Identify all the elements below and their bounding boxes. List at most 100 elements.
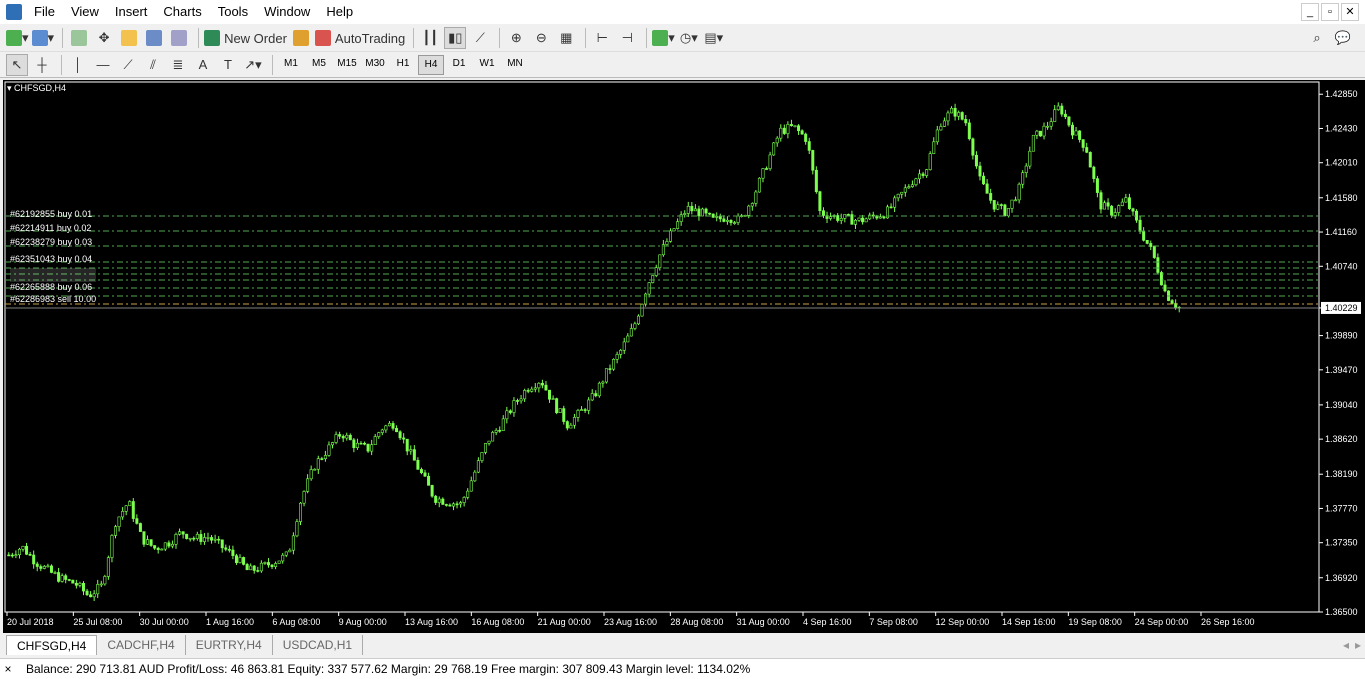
arrows-icon[interactable]: ↗▾ [242, 54, 264, 76]
timeframe-mn[interactable]: MN [502, 55, 528, 75]
menu-charts[interactable]: Charts [155, 0, 209, 24]
tab-cadchf[interactable]: CADCHF,H4 [97, 635, 186, 655]
cursor-icon[interactable]: ↖ [6, 53, 28, 76]
candle-body [106, 557, 110, 577]
zoom-in-icon[interactable]: ⊕ [505, 27, 527, 49]
window-controls: _ ▫ ✕ [1301, 3, 1359, 21]
candle-body [224, 547, 228, 550]
templates-button[interactable]: ▤▾ [703, 27, 725, 49]
tab-eurtry[interactable]: EURTRY,H4 [186, 635, 273, 655]
menu-help[interactable]: Help [318, 0, 361, 24]
candle-body [281, 554, 285, 562]
candle-body [316, 458, 320, 470]
candle-body [999, 204, 1003, 206]
menu-window[interactable]: Window [256, 0, 318, 24]
crosshair-icon[interactable]: ┼ [31, 54, 53, 76]
restore-icon[interactable]: ▫ [1321, 3, 1339, 21]
candle-body [274, 563, 278, 567]
price-chart[interactable]: 1.42850 1.42430 1.42010 1.41580 1.41160 1.407… [3, 80, 1365, 633]
chat-icon[interactable]: 💬 [1332, 27, 1354, 49]
line-chart-icon[interactable]: ⟋ [469, 27, 491, 49]
menu-tools[interactable]: Tools [210, 0, 256, 24]
tab-scroll-right-icon[interactable]: ▸ [1355, 638, 1361, 652]
candle-body [21, 545, 25, 550]
profiles-button[interactable]: ▾ [31, 27, 54, 49]
timeframe-d1[interactable]: D1 [446, 55, 472, 75]
y-tick-label: 1.40740 [1325, 261, 1358, 271]
tab-chfsgd[interactable]: CHFSGD,H4 [6, 635, 98, 655]
candle-body [935, 129, 939, 143]
candle-body [722, 218, 726, 222]
autotrading-button[interactable]: AutoTrading [314, 27, 405, 49]
candle-body [327, 444, 331, 456]
candle-body [284, 551, 288, 556]
text-label-icon[interactable]: T [217, 54, 239, 76]
chart-window[interactable]: 1.42850 1.42430 1.42010 1.41580 1.41160 1.407… [3, 80, 1365, 633]
strategy-tester-icon[interactable] [168, 27, 190, 49]
candle-body [256, 570, 260, 572]
candle-body [412, 449, 416, 461]
x-tick-label: 25 Jul 08:00 [73, 617, 122, 627]
trendline-icon[interactable]: ⟋ [117, 54, 139, 76]
close-icon[interactable]: ✕ [1341, 3, 1359, 21]
candle-body [1088, 152, 1092, 168]
menu-insert[interactable]: Insert [107, 0, 156, 24]
candle-body [391, 423, 395, 429]
indicators-button[interactable]: ▾ [652, 27, 675, 49]
tile-windows-icon[interactable]: ▦ [555, 27, 577, 49]
candle-body [238, 557, 242, 563]
candle-body [829, 216, 833, 219]
tab-usdcad[interactable]: USDCAD,H1 [273, 635, 364, 655]
candle-body [1006, 208, 1010, 217]
candle-body [921, 173, 925, 176]
timeframe-h1[interactable]: H1 [390, 55, 416, 75]
periods-button[interactable]: ◷▾ [678, 27, 700, 49]
vertical-line-icon[interactable]: │ [67, 54, 89, 76]
timeframe-h4[interactable]: H4 [418, 54, 444, 75]
candle-body [74, 582, 78, 586]
timeframe-w1[interactable]: W1 [474, 55, 500, 75]
candle-body [1127, 197, 1131, 209]
timeframe-m15[interactable]: M15 [334, 55, 360, 75]
candle-body [733, 222, 737, 224]
market-watch-button[interactable] [68, 27, 90, 49]
timeframe-m30[interactable]: M30 [362, 55, 388, 75]
close-terminal-icon[interactable]: × [0, 662, 16, 676]
text-icon[interactable]: A [192, 54, 214, 76]
candle-body [1124, 197, 1128, 203]
fibonacci-icon[interactable]: ≣ [167, 54, 189, 76]
new-chart-button[interactable]: ▾ [6, 27, 29, 49]
bar-chart-icon[interactable]: ┃┃ [419, 27, 441, 49]
navigator-icon[interactable] [118, 27, 140, 49]
candle-body [626, 335, 630, 343]
menu-view[interactable]: View [63, 0, 107, 24]
candle-body [7, 554, 11, 557]
candle-body [523, 390, 527, 400]
candle-body [469, 480, 473, 492]
new-order-button[interactable]: New Order [204, 27, 287, 49]
candle-body [1170, 300, 1174, 304]
chart-title: ▾ CHFSGD,H4 [7, 83, 67, 93]
timeframe-m5[interactable]: M5 [306, 55, 332, 75]
zoom-out-icon[interactable]: ⊖ [530, 27, 552, 49]
candle-body [234, 555, 238, 563]
candle-body [81, 582, 85, 592]
x-tick-label: 16 Aug 08:00 [471, 617, 524, 627]
search-icon[interactable]: ⌕ [1306, 27, 1328, 49]
metaeditor-icon[interactable] [290, 27, 312, 49]
minimize-icon[interactable]: _ [1301, 3, 1319, 21]
candle-body [249, 565, 253, 571]
timeframe-m1[interactable]: M1 [278, 55, 304, 75]
autoscroll-icon[interactable]: ⊢ [591, 27, 613, 49]
candlestick-chart-icon[interactable]: ▮▯ [444, 27, 467, 49]
candle-body [989, 193, 993, 201]
horizontal-line-icon[interactable]: — [92, 54, 114, 76]
candle-body [128, 501, 132, 507]
equidistant-channel-icon[interactable]: ⫽ [142, 54, 164, 76]
menu-file[interactable]: File [26, 0, 63, 24]
chart-shift-icon[interactable]: ⊣ [616, 27, 638, 49]
candle-body [498, 429, 502, 432]
tab-scroll-left-icon[interactable]: ◂ [1343, 638, 1349, 652]
terminal-icon[interactable] [143, 27, 165, 49]
crosshair-nav-icon[interactable]: ✥ [93, 27, 115, 49]
